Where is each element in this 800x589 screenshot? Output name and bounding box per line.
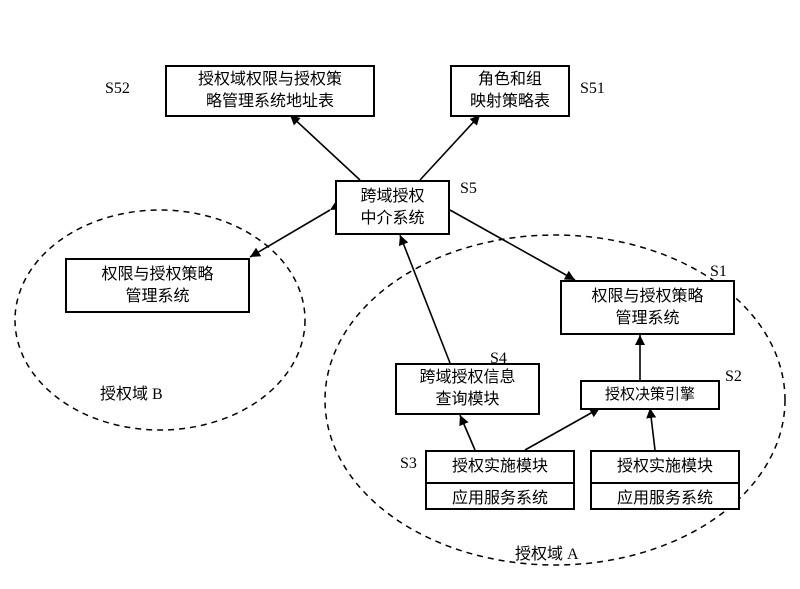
label-domain-a: 授权域 A <box>515 540 579 564</box>
box-s1: 权限与授权策略 管理系统 <box>560 280 735 335</box>
box-s51-line2: 映射策略表 <box>458 91 562 113</box>
box-s4-line1: 跨域授权信息 <box>403 367 532 389</box>
box-domain-b-policy-mgmt: 权限与授权策略 管理系统 <box>65 258 250 313</box>
label-s5: S5 <box>460 180 477 198</box>
box-s5: 跨域授权 中介系统 <box>335 180 450 235</box>
box-s1-line2: 管理系统 <box>568 308 727 330</box>
box-s1-line1: 权限与授权策略 <box>568 286 727 308</box>
box-app-2: 授权实施模块 应用服务系统 <box>590 450 740 510</box>
box-app2-app: 应用服务系统 <box>592 484 738 514</box>
box-s5-line2: 中介系统 <box>343 208 442 230</box>
box-s3-app: 应用服务系统 <box>427 484 573 514</box>
diagram-stage: S52 S51 S5 S1 S2 S3 S4 授权域 B 授权域 A 授权域权限… <box>0 0 800 589</box>
box-s51-line1: 角色和组 <box>458 69 562 91</box>
box-s4: 跨域授权信息 查询模块 <box>395 363 540 415</box>
box-s2: 授权决策引擎 <box>580 380 720 410</box>
label-s1: S1 <box>710 263 727 281</box>
label-domain-b: 授权域 B <box>100 380 163 404</box>
box-s52-line1: 授权域权限与授权策 <box>173 69 367 91</box>
box-s5-line1: 跨域授权 <box>343 186 442 208</box>
label-s3: S3 <box>400 455 417 473</box>
box-b-pmgmt-line2: 管理系统 <box>73 286 242 308</box>
box-s4-line2: 查询模块 <box>403 389 532 411</box>
box-b-pmgmt-line1: 权限与授权策略 <box>73 264 242 286</box>
label-s52: S52 <box>105 80 130 98</box>
box-s52-line2: 略管理系统地址表 <box>173 91 367 113</box>
label-s2: S2 <box>725 368 742 386</box>
box-s52: 授权域权限与授权策 略管理系统地址表 <box>165 65 375 117</box>
box-app-s3: 授权实施模块 应用服务系统 <box>425 450 575 510</box>
label-s51: S51 <box>580 80 605 98</box>
box-s3-mod: 授权实施模块 <box>427 452 573 484</box>
box-app2-mod: 授权实施模块 <box>592 452 738 484</box>
box-s2-text: 授权决策引擎 <box>588 385 712 405</box>
box-s51: 角色和组 映射策略表 <box>450 65 570 117</box>
